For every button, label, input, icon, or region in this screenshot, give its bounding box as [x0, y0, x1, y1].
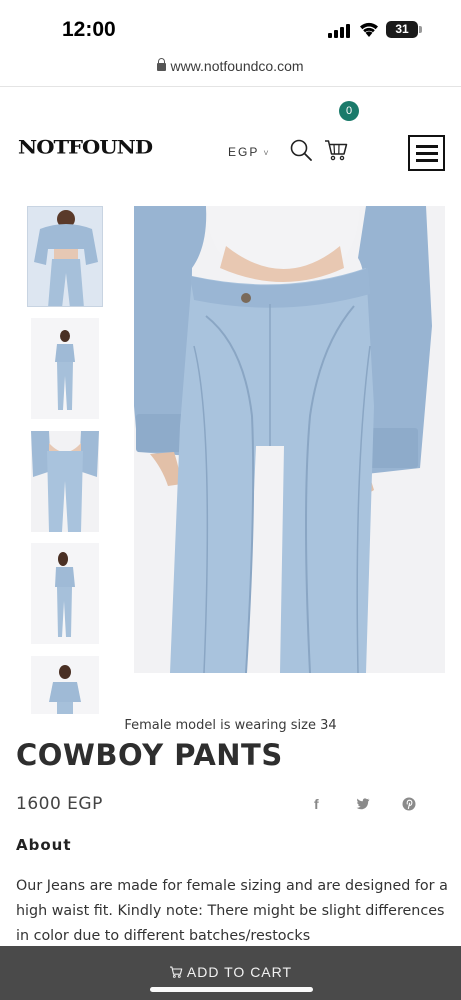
- currency-label: EGP: [228, 145, 260, 159]
- menu-button[interactable]: [408, 135, 445, 171]
- thumbnail-5[interactable]: [31, 656, 99, 714]
- thumbnail-4[interactable]: [31, 543, 99, 644]
- add-to-cart-label: ADD TO CART: [186, 964, 293, 980]
- divider: [0, 86, 461, 87]
- about-heading: About: [16, 836, 72, 854]
- cowboy-pants-photo: [134, 206, 445, 673]
- lock-icon: [157, 58, 167, 71]
- thumbnail-2[interactable]: [31, 318, 99, 419]
- add-to-cart-button[interactable]: ADD TO CART: [0, 964, 461, 980]
- search-icon[interactable]: [290, 139, 312, 161]
- thumbnail-1[interactable]: [27, 206, 103, 307]
- product-price: 1600 EGP: [16, 794, 103, 814]
- cart-count-badge[interactable]: 0: [339, 101, 359, 121]
- wifi-icon: [360, 22, 378, 37]
- main-product-image[interactable]: [134, 206, 445, 673]
- thumbnail-3[interactable]: [31, 431, 99, 532]
- signal-icon: [328, 24, 352, 38]
- twitter-icon[interactable]: [356, 798, 370, 810]
- model-side-view-image: [31, 543, 99, 644]
- site-logo[interactable]: NOTFOUND: [18, 135, 153, 158]
- status-time: 12:00: [62, 18, 116, 41]
- denim-outfit-image: [28, 207, 102, 306]
- chevron-down-icon: ˅: [263, 148, 269, 158]
- cart-icon: [169, 966, 183, 978]
- pinterest-icon[interactable]: [402, 797, 416, 811]
- cart-icon[interactable]: [324, 139, 348, 161]
- home-indicator[interactable]: [150, 987, 313, 992]
- product-title: COWBOY PANTS: [16, 738, 283, 772]
- battery-tip: [419, 26, 422, 33]
- model-front-image: [31, 656, 99, 714]
- battery-icon: 31: [386, 21, 418, 38]
- currency-selector[interactable]: EGP ˅: [228, 145, 269, 159]
- url-text: www.notfoundco.com: [170, 58, 304, 74]
- model-full-body-image: [31, 318, 99, 419]
- facebook-icon[interactable]: f: [314, 796, 319, 812]
- url-bar[interactable]: www.notfoundco.com: [0, 58, 461, 84]
- hamburger-menu-icon: [416, 145, 438, 148]
- status-bar: 12:00 31: [0, 0, 461, 56]
- jeans-closeup-image: [31, 431, 99, 532]
- size-caption: Female model is wearing size 34: [124, 718, 337, 733]
- about-text: Our Jeans are made for female sizing and…: [16, 878, 448, 944]
